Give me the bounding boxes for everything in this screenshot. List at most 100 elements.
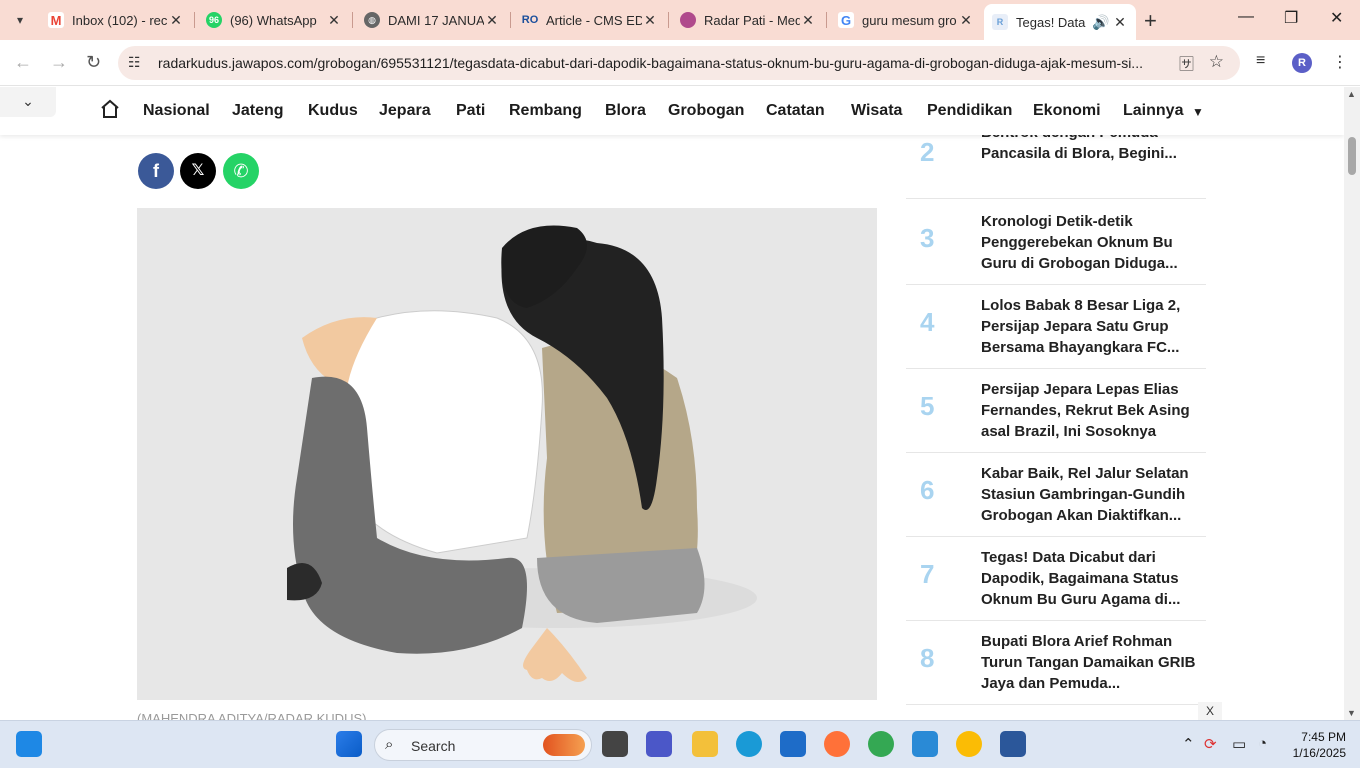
new-tab-button[interactable]: + (1144, 8, 1157, 34)
restore-button[interactable]: ❐ (1284, 8, 1298, 28)
page-scrollbar[interactable]: ▲ ▼ (1344, 87, 1360, 720)
firefox-icon[interactable] (824, 731, 850, 757)
media-control-icon[interactable]: ≡ (1256, 52, 1265, 70)
translate-icon[interactable]: 🈂 (1179, 53, 1194, 74)
close-icon[interactable]: ✕ (642, 12, 658, 29)
address-bar[interactable]: ☷ radarkudus.jawapos.com/grobogan/695531… (118, 46, 1240, 80)
meet-icon[interactable] (646, 731, 672, 757)
site-navbar: ⌄ Nasional Jateng Kudus Jepara Pati Remb… (0, 87, 1344, 135)
chrome-icon[interactable] (868, 731, 894, 757)
nav-catatan[interactable]: Catatan (766, 102, 825, 120)
popular-title[interactable]: Kabar Baik, Rel Jalur Selatan Stasiun Ga… (981, 463, 1196, 526)
list-item[interactable]: 8 Bupati Blora Arief Rohman Turun Tangan… (906, 621, 1206, 705)
forward-button[interactable]: → (50, 52, 68, 73)
bookmark-star-icon[interactable]: ☆ (1209, 52, 1224, 72)
windows-taskbar: ⌕ Search ⌃ ⟳ ▭ ◔ 7:45 PM 1/16/2025 (0, 720, 1360, 768)
chrome-profile-icon[interactable] (956, 731, 982, 757)
speaker-icon[interactable]: 🔊 (1090, 14, 1112, 31)
tab-active-article[interactable]: R Tegas! Data 🔊 ✕ (984, 4, 1136, 40)
whatsapp-share-button[interactable]: ✆ (223, 153, 259, 189)
scroll-down-icon[interactable]: ▼ (1347, 708, 1356, 718)
back-button[interactable]: ← (14, 52, 32, 73)
home-icon[interactable] (100, 99, 120, 119)
nav-jepara[interactable]: Jepara (379, 102, 431, 120)
nav-pati[interactable]: Pati (456, 102, 485, 120)
popular-title[interactable]: Bupati Blora Arief Rohman Turun Tangan D… (981, 631, 1196, 694)
minimize-button[interactable]: — (1238, 8, 1254, 26)
nav-pendidikan[interactable]: Pendidikan (927, 102, 1012, 120)
scroll-up-icon[interactable]: ▲ (1347, 89, 1356, 99)
edge-icon[interactable] (736, 731, 762, 757)
tab-search-button[interactable]: ▾ (6, 6, 34, 34)
close-icon[interactable]: ✕ (800, 12, 816, 29)
tab-whatsapp[interactable]: 96 (96) WhatsApp ✕ (198, 4, 350, 36)
list-item[interactable]: 5 Persijap Jepara Lepas Elias Fernandes,… (906, 369, 1206, 453)
reload-button[interactable]: ↻ (86, 52, 101, 73)
close-icon[interactable]: ✕ (326, 12, 342, 29)
tab-title: Tegas! Data (1016, 14, 1086, 30)
list-item[interactable]: 7 Tegas! Data Dicabut dari Dapodik, Baga… (906, 537, 1206, 621)
rank-number: 2 (920, 137, 935, 167)
popular-title[interactable]: Kronologi Detik-detik Penggerebekan Oknu… (981, 211, 1196, 274)
system-clock[interactable]: 7:45 PM 1/16/2025 (1286, 729, 1346, 761)
site-settings-icon[interactable]: ☷ (128, 54, 141, 71)
popular-title[interactable]: Lolos Babak 8 Besar Liga 2, Persijap Jep… (981, 295, 1196, 358)
nav-grobogan[interactable]: Grobogan (668, 102, 744, 120)
chevron-up-icon[interactable]: ⌃ (1182, 735, 1195, 753)
task-view-icon[interactable] (602, 731, 628, 757)
rank-number: 4 (920, 307, 935, 337)
facebook-share-button[interactable]: f (138, 153, 174, 189)
tab-strip: ▾ M Inbox (102) - rec ✕ 96 (96) WhatsApp… (0, 0, 1360, 40)
rank-number: 6 (920, 475, 935, 505)
rank-number: 7 (920, 559, 935, 589)
popular-title[interactable]: Tegas! Data Dicabut dari Dapodik, Bagaim… (981, 547, 1196, 610)
nav-lainnya[interactable]: Lainnya (1123, 102, 1183, 120)
display-icon[interactable]: ▭ (1232, 735, 1246, 753)
facebook-icon: f (153, 161, 159, 181)
x-share-button[interactable]: 𝕏 (180, 153, 216, 189)
url-text[interactable]: radarkudus.jawapos.com/grobogan/69553112… (158, 55, 1158, 71)
close-icon[interactable]: ✕ (1112, 14, 1128, 31)
tab-cms[interactable]: RO Article - CMS ED ✕ (514, 4, 666, 36)
nav-rembang[interactable]: Rembang (509, 102, 582, 120)
nav-jateng[interactable]: Jateng (232, 102, 284, 120)
nav-blora[interactable]: Blora (605, 102, 646, 120)
list-item[interactable]: 3 Kronologi Detik-detik Penggerebekan Ok… (906, 201, 1206, 285)
tab-google-search[interactable]: G guru mesum gro ✕ (830, 4, 982, 36)
list-item[interactable]: 4 Lolos Babak 8 Besar Liga 2, Persijap J… (906, 285, 1206, 369)
popular-title[interactable]: Persijap Jepara Lepas Elias Fernandes, R… (981, 379, 1196, 442)
start-icon[interactable] (336, 731, 362, 757)
more-menu-icon[interactable]: ⋮ (1332, 52, 1348, 72)
tab-title: Inbox (102) - rec (72, 12, 168, 28)
radar-icon (680, 12, 696, 28)
chevron-down-icon[interactable]: ▼ (1192, 105, 1204, 119)
tab-divider (194, 12, 195, 28)
notepad-icon[interactable] (912, 731, 938, 757)
close-window-button[interactable]: ✕ (1330, 8, 1343, 28)
word-icon[interactable] (1000, 731, 1026, 757)
taskbar-search[interactable]: ⌕ Search (374, 729, 592, 761)
scroll-thumb[interactable] (1348, 137, 1356, 175)
nav-nasional[interactable]: Nasional (143, 102, 210, 120)
list-item[interactable]: 6 Kabar Baik, Rel Jalur Selatan Stasiun … (906, 453, 1206, 537)
google-icon: G (838, 12, 854, 28)
close-icon[interactable]: ✕ (168, 12, 184, 29)
nav-ekonomi[interactable]: Ekonomi (1033, 102, 1101, 120)
store-icon[interactable] (780, 731, 806, 757)
close-icon[interactable]: ✕ (958, 12, 974, 29)
widgets-icon[interactable] (16, 731, 42, 757)
close-icon[interactable]: ✕ (484, 12, 500, 29)
update-icon[interactable]: ⟳ (1204, 735, 1217, 753)
tab-dami[interactable]: ◍ DAMI 17 JANUA ✕ (356, 4, 508, 36)
radarkudus-icon: R (992, 14, 1008, 30)
rank-number: 8 (920, 643, 935, 673)
nav-wisata[interactable]: Wisata (851, 102, 902, 120)
file-explorer-icon[interactable] (692, 731, 718, 757)
close-ad-button[interactable]: X (1198, 702, 1222, 720)
network-icon[interactable]: ◔ (1258, 735, 1267, 752)
chevron-down-icon[interactable]: ⌄ (0, 87, 56, 117)
nav-kudus[interactable]: Kudus (308, 102, 358, 120)
tab-gmail[interactable]: M Inbox (102) - rec ✕ (40, 4, 192, 36)
avatar[interactable]: R (1292, 53, 1312, 73)
tab-radar-pati[interactable]: Radar Pati - Med ✕ (672, 4, 824, 36)
